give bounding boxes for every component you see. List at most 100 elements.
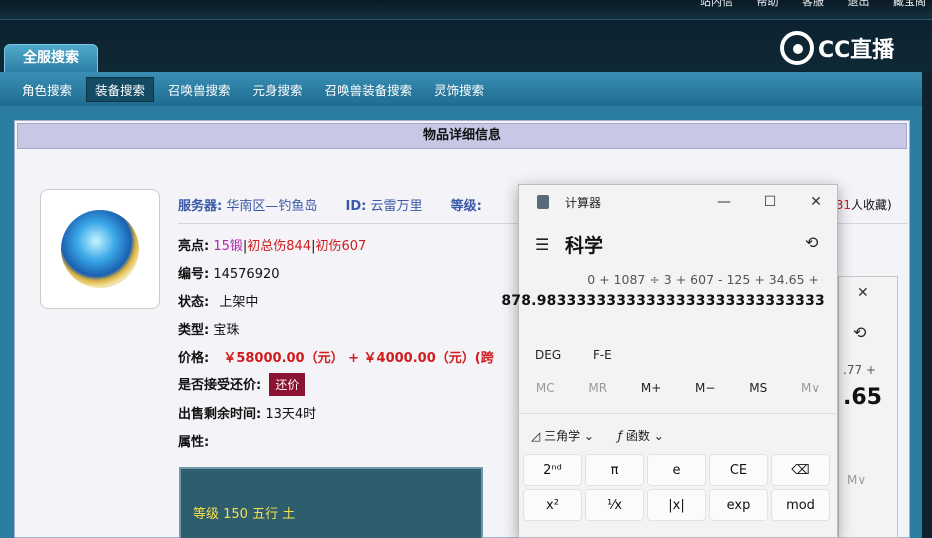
key-square[interactable]: x² [523, 489, 582, 521]
number-row: 编号: 14576920 [178, 263, 280, 282]
subnav-pet-search[interactable]: 召唤兽搜索 [160, 78, 239, 101]
divider [519, 413, 837, 414]
back-calc-display: .65 [843, 385, 882, 410]
m-minus-button[interactable]: M− [695, 381, 715, 395]
chevron-down-icon: ⌄ [653, 429, 664, 443]
bargain-row: 是否接受还价: 还价 [178, 373, 306, 396]
favorite-count: (31人收藏) [831, 196, 892, 213]
history-icon[interactable]: ⟲ [805, 233, 818, 252]
item-image [40, 189, 160, 309]
menu-icon[interactable]: ☰ [535, 235, 549, 254]
bargain-button[interactable]: 还价 [269, 373, 306, 396]
calc-expression: 0 + 1087 ÷ 3 + 607 - 125 + 34.65 + [587, 272, 819, 287]
time-row: 出售剩余时间: 13天4时 [178, 403, 316, 422]
price-label: 价格: [178, 351, 210, 366]
mc-button[interactable]: MC [536, 381, 555, 395]
subnav-role-search[interactable]: 角色搜索 [14, 78, 80, 101]
key-ce[interactable]: CE [709, 454, 768, 486]
highlight-label: 亮点: [178, 239, 210, 254]
subnav-ornament-search[interactable]: 灵饰搜索 [426, 78, 492, 101]
type-value: 宝珠 [213, 323, 240, 338]
memory-dropdown[interactable]: M∨ [801, 381, 820, 395]
calc-app-name: 计算器 [565, 196, 602, 210]
ms-button[interactable]: MS [749, 381, 767, 395]
subnav-equipment-search[interactable]: 装备搜索 [86, 76, 155, 102]
top-link-mail[interactable]: 站内信 [700, 0, 733, 8]
tab-global-search[interactable]: 全服搜索 [4, 44, 98, 72]
subnav-yuanshen-search[interactable]: 元身搜索 [245, 78, 311, 101]
cc-logo-icon [780, 31, 814, 65]
keypad: 2ⁿᵈ π e CE ⌫ x² ¹⁄x |x| exp mod [523, 454, 835, 521]
top-link-service[interactable]: 客服 [802, 0, 824, 8]
back-memory-dropdown[interactable]: M∨ [847, 473, 866, 487]
chevron-down-icon: ⌄ [583, 429, 594, 443]
m-plus-button[interactable]: M+ [641, 381, 661, 395]
key-mod[interactable]: mod [771, 489, 830, 521]
trig-icon: ◿ [531, 429, 541, 443]
highlight-forge: 15锻 [213, 239, 243, 254]
id-label: ID: [345, 199, 367, 214]
panel-title: 物品详细信息 [17, 123, 907, 149]
key-pi[interactable]: π [585, 454, 644, 486]
type-label: 类型: [178, 323, 210, 338]
highlight-total-damage: 初总伤844 [247, 239, 312, 254]
attr-label: 属性: [178, 435, 210, 450]
type-row: 类型: 宝珠 [178, 319, 239, 338]
top-bar: 站内信 帮助 客服 退出 藏宝阁 [0, 0, 932, 20]
status-value: 上架中 [219, 295, 259, 310]
highlight-damage: 初伤607 [315, 239, 367, 254]
key-backspace[interactable]: ⌫ [771, 454, 830, 486]
highlight-row: 亮点: 15锻|初总伤844|初伤607 [178, 239, 367, 254]
key-abs[interactable]: |x| [647, 489, 706, 521]
key-reciprocal[interactable]: ¹⁄x [585, 489, 644, 521]
function-dropdown[interactable]: 函数 [626, 429, 650, 443]
top-links: 站内信 帮助 客服 退出 藏宝阁 [680, 0, 926, 8]
server-label: 服务器: [178, 199, 223, 214]
calc-mode-title: 科学 [565, 235, 604, 257]
cc-live-logo: CC直播 [780, 30, 910, 66]
number-value: 14576920 [213, 267, 280, 282]
top-link-cbg[interactable]: 藏宝阁 [893, 0, 926, 8]
status-row: 状态: 上架中 [178, 291, 258, 310]
price-row: 价格: ￥58000.00（元） + ￥4000.00（元）(跨 [178, 347, 494, 366]
key-exp[interactable]: exp [709, 489, 768, 521]
calculator-icon [537, 195, 549, 209]
level-label: 等级: [450, 199, 482, 214]
logo-text: CC直播 [818, 38, 895, 63]
memory-row: MC MR M+ M− MS M∨ [519, 381, 837, 395]
maximize-icon[interactable]: ☐ [755, 189, 785, 215]
function-icon: ƒ [617, 429, 623, 443]
back-calc-expression: .77 + [843, 363, 876, 377]
status-label: 状态: [178, 295, 210, 310]
server-value: 华南区—钓鱼岛 [226, 199, 318, 214]
fe-button[interactable]: F-E [593, 348, 612, 362]
bargain-label: 是否接受还价: [178, 378, 262, 393]
calculator-window: 计算器 — ☐ ✕ ☰ 科学 ⟲ 0 + 1087 ÷ 3 + 607 - 12… [501, 184, 838, 538]
mode-row: DEG F-E [535, 348, 612, 362]
calc-titlebar[interactable]: 计算器 — ☐ ✕ [519, 185, 837, 219]
time-value: 13天4时 [265, 407, 317, 422]
mr-button[interactable]: MR [588, 381, 607, 395]
subnav-pet-equipment-search[interactable]: 召唤兽装备搜索 [317, 78, 421, 101]
price-value: ￥58000.00（元） + ￥4000.00（元）(跨 [223, 351, 494, 366]
deg-button[interactable]: DEG [535, 348, 561, 362]
fav-suffix: 人收藏) [850, 198, 892, 212]
calc-display: 878.98333333333333333333333333333 [501, 293, 825, 309]
key-second[interactable]: 2ⁿᵈ [523, 454, 582, 486]
attribute-box: 等级 150 五行 土 [179, 467, 483, 538]
attr-row: 属性: [178, 431, 209, 450]
close-icon[interactable]: ✕ [801, 189, 831, 215]
top-link-help[interactable]: 帮助 [757, 0, 779, 8]
function-row: ◿ 三角学 ⌄ ƒ 函数 ⌄ [531, 427, 664, 444]
close-icon[interactable]: ✕ [857, 285, 869, 301]
key-e[interactable]: e [647, 454, 706, 486]
orb-icon [61, 210, 139, 288]
trig-dropdown[interactable]: 三角学 [544, 429, 580, 443]
sub-navigation: 角色搜索 装备搜索 召唤兽搜索 元身搜索 召唤兽装备搜索 灵饰搜索 [0, 72, 922, 106]
background-calculator-window[interactable]: ✕ ⟲ .77 + .65 M∨ [838, 276, 898, 538]
history-icon[interactable]: ⟲ [853, 323, 866, 342]
number-label: 编号: [178, 267, 210, 282]
top-link-logout[interactable]: 退出 [848, 0, 870, 8]
server-row: 服务器: 华南区—钓鱼岛 ID: 云雷万里 等级: [178, 195, 482, 214]
minimize-icon[interactable]: — [709, 189, 739, 215]
